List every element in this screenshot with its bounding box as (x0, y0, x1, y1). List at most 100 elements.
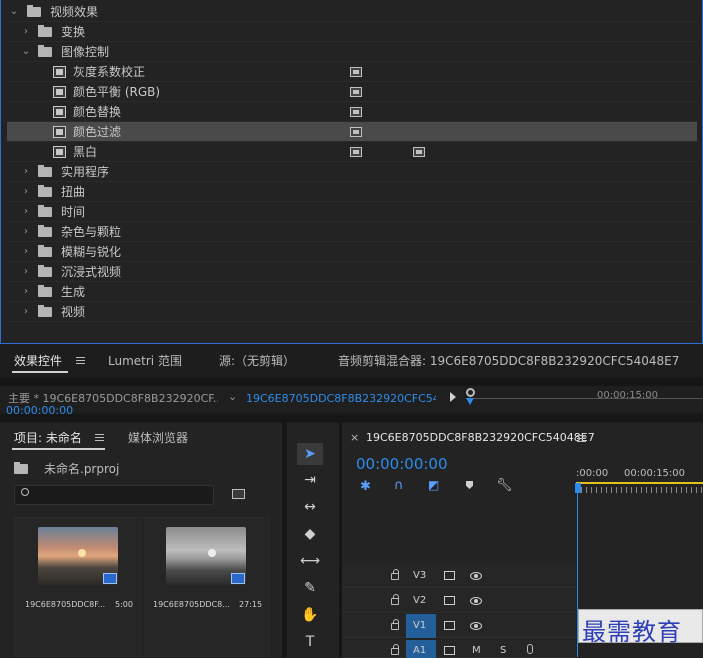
track-a1[interactable]: A1 M S (342, 640, 576, 658)
chevron-down-icon[interactable]: ⌄ (228, 390, 237, 403)
lock-icon[interactable] (391, 619, 399, 630)
snap-icon[interactable]: ✱ (360, 479, 371, 494)
play-triangle-icon[interactable] (450, 392, 456, 402)
tree-effect-color-balance-rgb[interactable]: 颜色平衡 (RGB) (7, 82, 697, 102)
divider (0, 414, 703, 422)
linked-selection-icon[interactable]: ∩ (394, 478, 404, 493)
tab-project[interactable]: 项目: 未命名 (14, 429, 82, 446)
tree-folder-noise-grain[interactable]: › 杂色与颗粒 (7, 222, 697, 242)
type-tool-icon[interactable]: T (297, 631, 323, 653)
tree-folder-video-effects[interactable]: ⌄ 视频效果 (7, 2, 697, 22)
chevron-right-icon[interactable]: › (21, 302, 31, 322)
track-select-tool-icon[interactable]: ⇥ (297, 469, 323, 491)
close-tab-icon[interactable]: × (350, 431, 359, 444)
sync-lock-icon[interactable] (444, 621, 455, 630)
razor-tool-icon[interactable]: ◆ (297, 523, 323, 545)
wrench-icon[interactable]: 🔧︎ (496, 478, 513, 493)
project-item[interactable]: 19C6E8705DDC8... 27:15 (143, 518, 269, 656)
tree-folder-immersive-video[interactable]: › 沉浸式视频 (7, 262, 697, 282)
tree-folder-transform[interactable]: › 变换 (7, 22, 697, 42)
chevron-right-icon[interactable]: › (21, 282, 31, 302)
tab-effect-controls[interactable]: 效果控件 (14, 352, 62, 369)
tree-effect-color-replace[interactable]: 颜色替换 (7, 102, 697, 122)
work-area-bar[interactable] (576, 482, 703, 484)
project-item-duration: 5:00 (115, 600, 133, 609)
chevron-right-icon[interactable]: › (21, 22, 31, 42)
tree-folder-generate[interactable]: › 生成 (7, 282, 697, 302)
ripple-edit-tool-icon[interactable]: ↔ (297, 496, 323, 518)
lock-icon[interactable] (391, 569, 399, 580)
marker-icon[interactable] (466, 481, 473, 489)
chevron-right-icon[interactable]: › (21, 242, 31, 262)
project-item-name: 19C6E8705DDC8... (153, 600, 230, 609)
timeline-timecode[interactable]: 00:00:00:00 (356, 455, 448, 473)
sync-lock-icon[interactable] (444, 596, 455, 605)
sun-icon (78, 549, 86, 557)
project-search-input[interactable] (14, 485, 214, 505)
tree-label: 杂色与颗粒 (61, 225, 122, 239)
tab-audio-clip-mixer[interactable]: 音频剪辑混合器: 19C6E8705DDC8F8B232920CFC54048E… (338, 352, 679, 369)
folder-icon (38, 305, 52, 317)
tree-folder-time[interactable]: › 时间 (7, 202, 697, 222)
tab-media-browser[interactable]: 媒体浏览器 (128, 429, 188, 446)
chevron-right-icon[interactable]: › (21, 182, 31, 202)
tree-effect-black-white[interactable]: 黑白 (7, 142, 697, 162)
tree-effect-gamma-correction[interactable]: 灰度系数校正 (7, 62, 697, 82)
tree-folder-image-control[interactable]: ⌄ 图像控制 (7, 42, 697, 62)
track-v1[interactable]: V1 (342, 614, 576, 638)
track-v3[interactable]: V3 (342, 564, 576, 588)
tree-label: 视频 (61, 305, 86, 319)
pen-tool-icon[interactable]: ✎ (297, 577, 323, 599)
sync-lock-icon[interactable] (444, 571, 455, 580)
accelerated-badge-icon (350, 67, 362, 77)
chevron-down-icon[interactable]: ⌄ (9, 2, 19, 22)
track-label: V2 (413, 595, 427, 606)
project-item[interactable]: 19C6E8705DDC8F... 5:00 (15, 518, 142, 656)
playhead-handle[interactable] (575, 483, 581, 493)
hand-tool-icon[interactable]: ✋ (297, 604, 323, 626)
lock-icon[interactable] (391, 594, 399, 605)
tree-effect-color-pass[interactable]: 颜色过滤 (7, 122, 697, 142)
tree-folder-blur-sharpen[interactable]: › 模糊与锐化 (7, 242, 697, 262)
eye-icon[interactable] (470, 597, 482, 605)
find-icon[interactable] (232, 489, 245, 499)
lock-icon[interactable] (391, 644, 399, 655)
tab-source[interactable]: 源:（无剪辑） (219, 352, 295, 369)
chevron-right-icon[interactable]: › (21, 262, 31, 282)
sync-lock-icon[interactable] (444, 646, 455, 655)
playhead-handle-icon[interactable] (466, 388, 475, 397)
mute-button[interactable]: M (472, 645, 481, 656)
tab-lumetri-scopes[interactable]: Lumetri 范围 (108, 352, 182, 369)
chevron-right-icon[interactable]: › (21, 162, 31, 182)
divider (0, 378, 703, 386)
panel-menu-icon[interactable] (76, 357, 85, 364)
chevron-down-icon[interactable]: ⌄ (21, 42, 31, 62)
track-v2[interactable]: V2 (342, 589, 576, 613)
microphone-icon[interactable] (527, 644, 533, 654)
folder-icon (38, 185, 52, 197)
eye-icon[interactable] (470, 572, 482, 580)
tree-folder-distort[interactable]: › 扭曲 (7, 182, 697, 202)
panel-menu-icon[interactable] (577, 435, 586, 442)
mini-playhead-icon (466, 398, 474, 405)
folder-icon (38, 45, 52, 57)
add-marker-icon[interactable]: ◩ (428, 478, 439, 492)
tree-folder-video[interactable]: › 视频 (7, 302, 697, 322)
tab-sequence[interactable]: 19C6E8705DDC8F8B232920CFC54048E7 (366, 431, 595, 444)
accelerated-badge-icon (350, 147, 362, 157)
selection-tool-icon[interactable]: ➤ (297, 443, 323, 465)
time-ruler[interactable] (576, 487, 703, 493)
chevron-right-icon[interactable]: › (21, 222, 31, 242)
tree-folder-utility[interactable]: › 实用程序 (7, 162, 697, 182)
folder-icon (27, 5, 41, 17)
tree-label: 灰度系数校正 (73, 65, 146, 79)
chevron-right-icon[interactable]: › (21, 202, 31, 222)
sun-icon (208, 549, 216, 557)
panel-tabs-bar: 效果控件 Lumetri 范围 源:（无剪辑） 音频剪辑混合器: 19C6E87… (0, 346, 703, 376)
eye-icon[interactable] (470, 622, 482, 630)
sequence-clip-selector[interactable]: 19C6E8705DDC8F8B232920CFC540... (246, 389, 436, 409)
slip-tool-icon[interactable]: ⟷ (297, 550, 323, 572)
panel-menu-icon[interactable] (95, 434, 104, 441)
divider (282, 422, 287, 657)
solo-button[interactable]: S (500, 645, 506, 656)
